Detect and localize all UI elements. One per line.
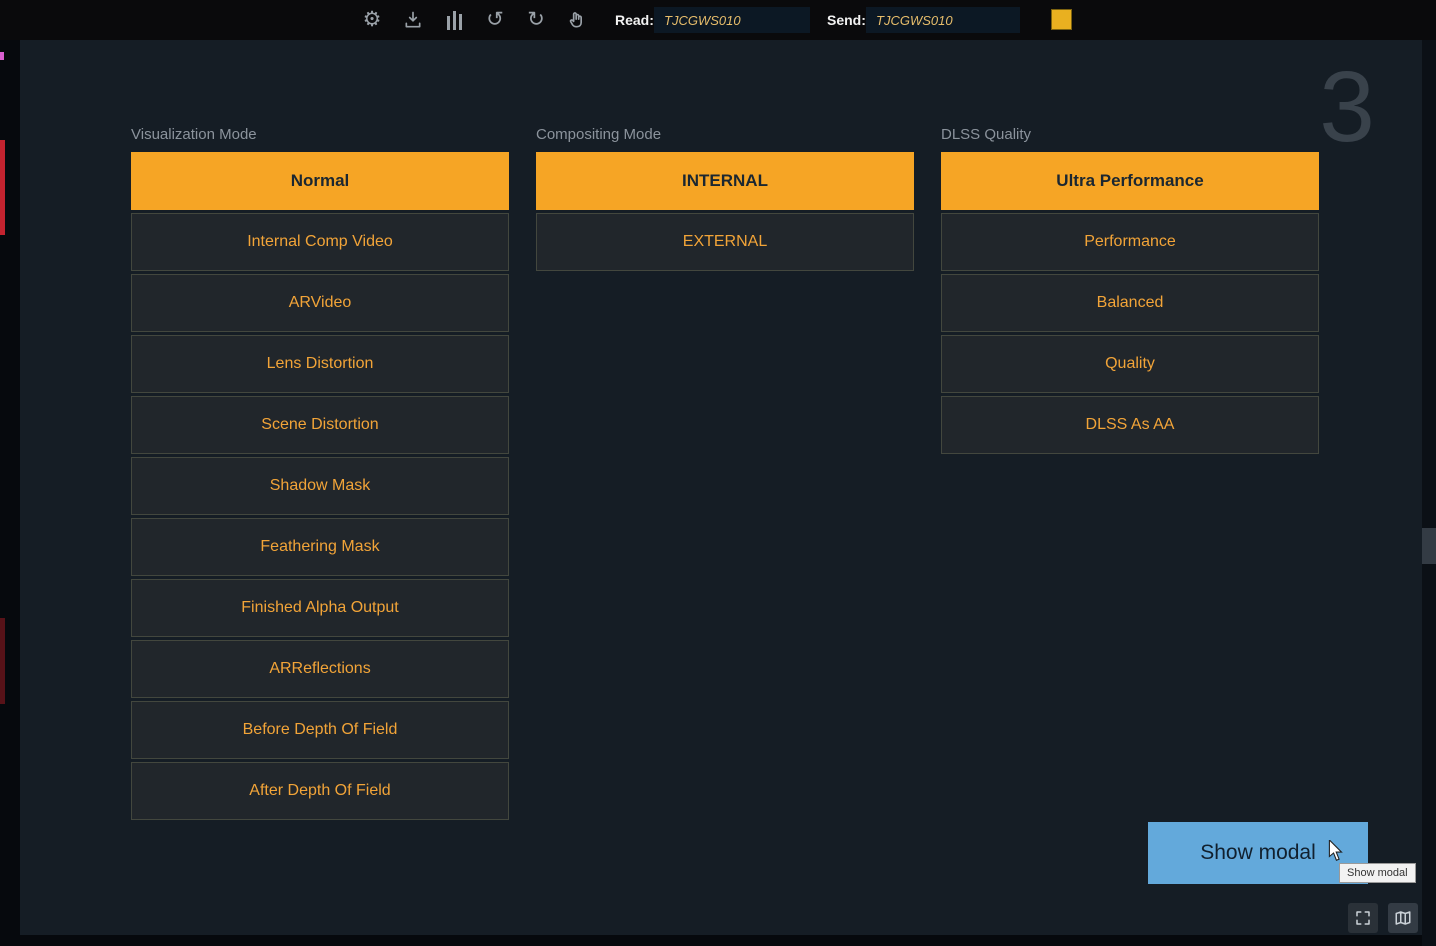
send-label: Send: xyxy=(827,0,866,40)
expand-icon xyxy=(1354,909,1372,927)
option-button[interactable]: Ultra Performance xyxy=(941,152,1319,210)
cursor-icon xyxy=(1326,840,1346,867)
option-button[interactable]: Quality xyxy=(941,335,1319,393)
option-button[interactable]: Before Depth Of Field xyxy=(131,701,509,759)
right-edge-block xyxy=(1422,528,1436,564)
option-button[interactable]: Scene Distortion xyxy=(131,396,509,454)
read-label: Read: xyxy=(615,0,654,40)
option-button[interactable]: EXTERNAL xyxy=(536,213,914,271)
toolbar: ⚙ ↺ ↻ Read: Send: xyxy=(0,0,1436,40)
group-visualization-mode: Visualization Mode NormalInternal Comp V… xyxy=(131,124,509,823)
fullscreen-button[interactable] xyxy=(1348,903,1378,933)
option-button[interactable]: Feathering Mask xyxy=(131,518,509,576)
download-icon[interactable] xyxy=(401,8,425,32)
group-label: Compositing Mode xyxy=(536,124,914,152)
option-button[interactable]: Shadow Mask xyxy=(131,457,509,515)
option-list: INTERNALEXTERNAL xyxy=(536,152,914,271)
right-edge-strip xyxy=(1422,40,1436,946)
left-edge-artifact xyxy=(0,618,5,704)
toolbar-icons: ⚙ ↺ ↻ xyxy=(360,0,589,40)
option-button[interactable]: INTERNAL xyxy=(536,152,914,210)
left-edge-artifact xyxy=(0,52,4,60)
map-button[interactable] xyxy=(1388,903,1418,933)
option-button[interactable]: After Depth Of Field xyxy=(131,762,509,820)
hand-icon[interactable] xyxy=(565,8,589,32)
read-input[interactable] xyxy=(654,7,810,33)
refresh-icon[interactable]: ↻ xyxy=(524,8,548,32)
columns-icon[interactable] xyxy=(442,8,466,32)
option-list: NormalInternal Comp VideoARVideoLens Dis… xyxy=(131,152,509,820)
option-button[interactable]: Finished Alpha Output xyxy=(131,579,509,637)
option-button[interactable]: ARVideo xyxy=(131,274,509,332)
history-icon[interactable]: ↺ xyxy=(483,8,507,32)
left-edge-artifact xyxy=(0,140,5,235)
status-indicator xyxy=(1051,9,1072,30)
option-button[interactable]: Normal xyxy=(131,152,509,210)
group-dlss-quality: DLSS Quality Ultra PerformancePerformanc… xyxy=(941,124,1319,457)
option-button[interactable]: Internal Comp Video xyxy=(131,213,509,271)
group-label: DLSS Quality xyxy=(941,124,1319,152)
show-modal-tooltip: Show modal xyxy=(1339,863,1416,883)
main-panel: 3 Visualization Mode NormalInternal Comp… xyxy=(20,40,1422,935)
option-list: Ultra PerformancePerformanceBalancedQual… xyxy=(941,152,1319,454)
group-compositing-mode: Compositing Mode INTERNALEXTERNAL xyxy=(536,124,914,274)
option-button[interactable]: Performance xyxy=(941,213,1319,271)
map-icon xyxy=(1394,909,1412,927)
send-input[interactable] xyxy=(866,7,1020,33)
option-button[interactable]: Balanced xyxy=(941,274,1319,332)
option-button[interactable]: ARReflections xyxy=(131,640,509,698)
option-button[interactable]: DLSS As AA xyxy=(941,396,1319,454)
group-label: Visualization Mode xyxy=(131,124,509,152)
gear-icon[interactable]: ⚙ xyxy=(360,8,384,32)
option-button[interactable]: Lens Distortion xyxy=(131,335,509,393)
